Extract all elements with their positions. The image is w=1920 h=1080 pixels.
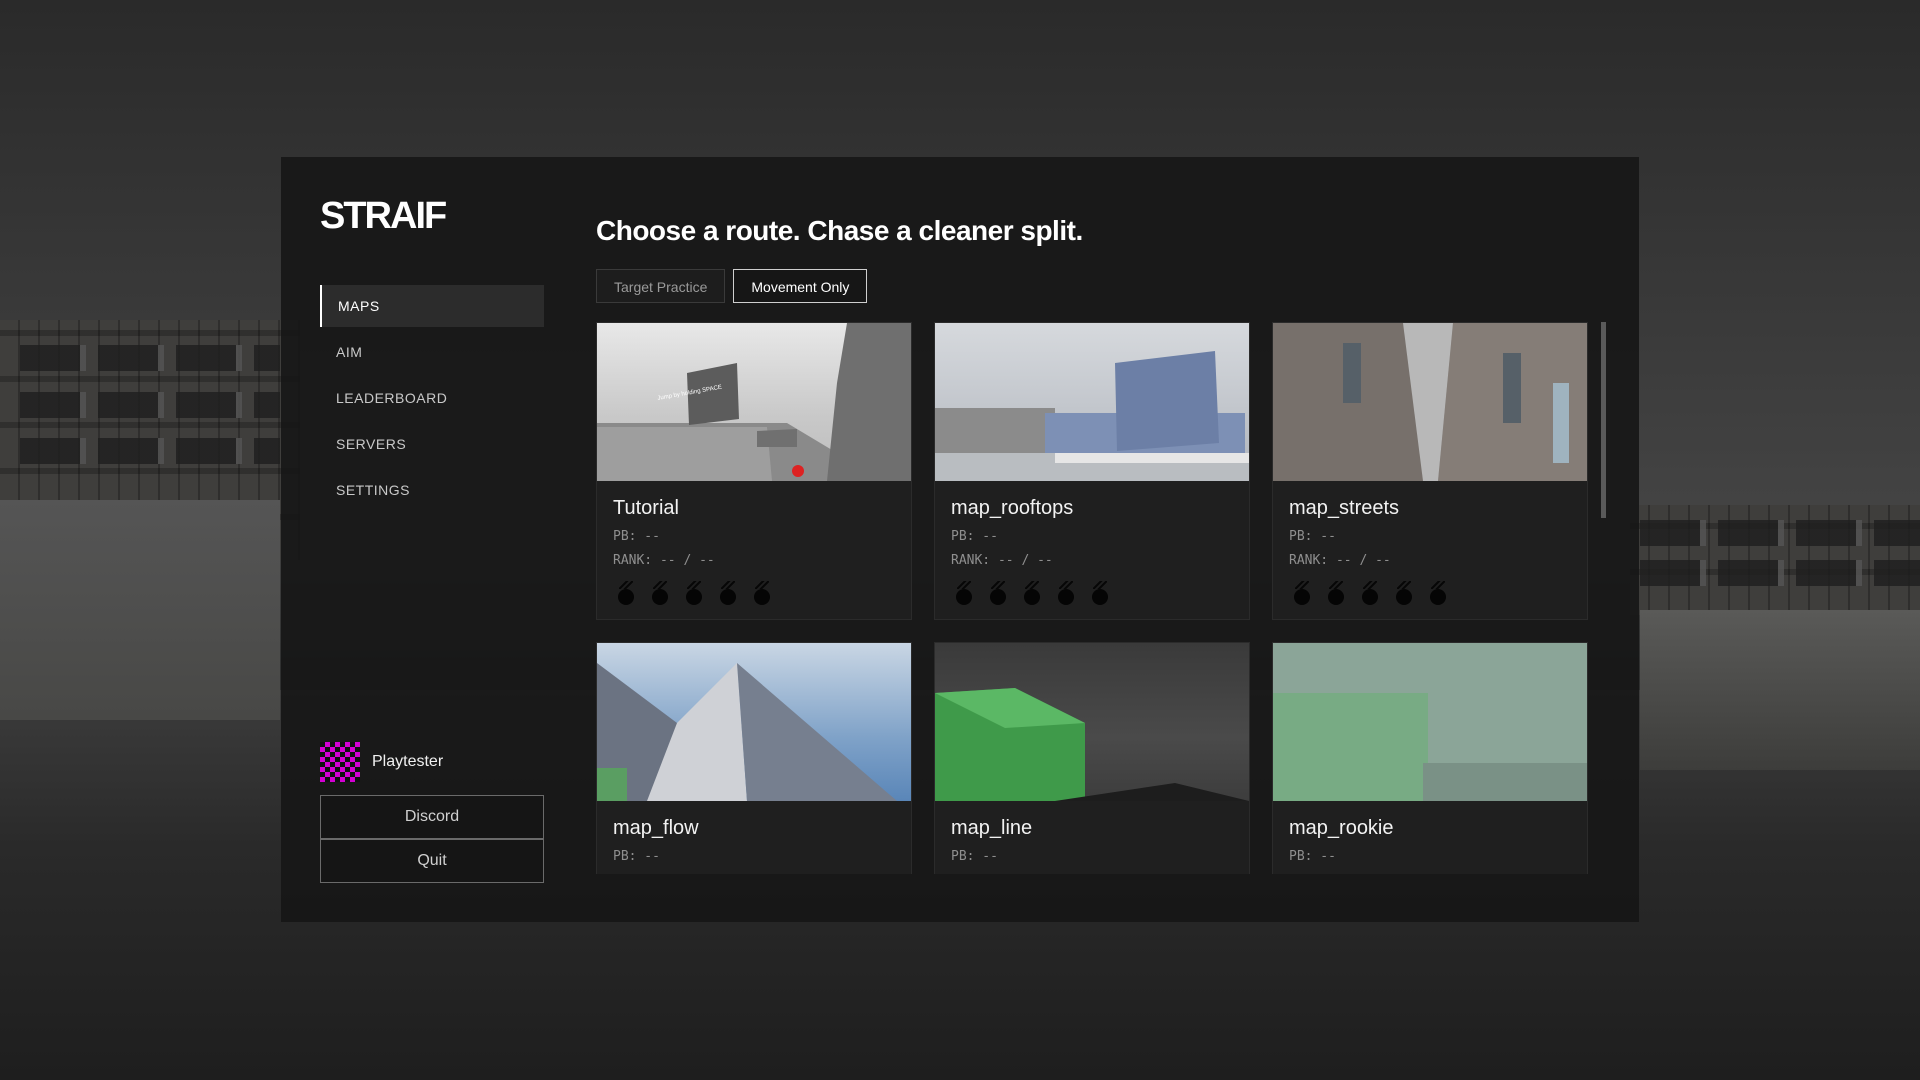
game-logo: STRAIF [320,195,447,237]
map-card-rooftops[interactable]: map_rooftops PB: -- RANK: -- / -- [934,322,1250,620]
building-windows [1640,560,1920,586]
personal-best: PB: -- [951,849,998,864]
medal-icon [987,581,1009,607]
map-card-flow[interactable]: map_flow PB: -- [596,642,912,874]
rooftops-scene [935,351,1249,481]
discord-button[interactable]: Discord [320,795,544,839]
map-thumbnail [935,643,1249,801]
medal-icon [683,581,705,607]
nav-item-servers[interactable]: SERVERS [320,423,544,465]
nav-item-aim[interactable]: AIM [320,331,544,373]
nav-item-leaderboard[interactable]: LEADERBOARD [320,377,544,419]
rooftop-ledge-left [0,500,280,720]
personal-best: PB: -- [1289,529,1336,544]
map-card-rookie[interactable]: map_rookie PB: -- [1272,642,1588,874]
building-windows [20,392,280,418]
map-name: map_streets [1289,497,1400,519]
map-name: map_rookie [1289,817,1394,839]
medal-row [953,581,1111,607]
personal-best: PB: -- [1289,849,1336,864]
user-profile: Playtester [320,741,544,783]
main-nav: MAPS AIM LEADERBOARD SERVERS SETTINGS [320,285,544,515]
building-windows [1640,520,1920,546]
medal-icon [717,581,739,607]
map-card-line[interactable]: map_line PB: -- [934,642,1250,874]
username: Playtester [372,753,444,770]
sidebar: STRAIF MAPS AIM LEADERBOARD SERVERS SETT… [320,157,544,922]
map-name: Tutorial [613,497,679,519]
personal-best: PB: -- [613,849,660,864]
medal-icon [1325,581,1347,607]
tab-target-practice[interactable]: Target Practice [596,269,726,303]
rank: RANK: -- / -- [613,553,715,568]
personal-best: PB: -- [613,529,660,544]
building-windows [20,438,280,464]
nav-item-settings[interactable]: SETTINGS [320,469,544,511]
medal-icon [615,581,637,607]
tutorial-scene [597,323,911,481]
tab-movement-only[interactable]: Movement Only [733,269,868,303]
maps-view: Choose a route. Chase a cleaner split. T… [596,157,1606,922]
page-title: Choose a route. Chase a cleaner split. [596,215,1083,246]
nav-item-maps[interactable]: MAPS [320,285,544,327]
medal-icon [1089,581,1111,607]
flow-scene [597,663,897,801]
map-thumbnail [597,643,911,801]
medal-icon [1055,581,1077,607]
map-card-streets[interactable]: map_streets PB: -- RANK: -- / -- [1272,322,1588,620]
medal-icon [1393,581,1415,607]
map-name: map_flow [613,817,699,839]
medal-icon [1359,581,1381,607]
avatar [320,742,360,782]
medal-icon [1021,581,1043,607]
map-grid-scrollbar[interactable] [1601,322,1606,874]
map-thumbnail [935,323,1249,481]
rooftop-ledge-right [1640,610,1920,770]
medal-icon [1427,581,1449,607]
mode-tabs: Target Practice Movement Only [596,269,868,303]
map-thumbnail [1273,643,1587,801]
medal-row [615,581,773,607]
map-name: map_line [951,817,1033,839]
medal-icon [953,581,975,607]
streets-scene [1273,323,1587,481]
map-grid[interactable]: Jump by holding SPACE Tutorial PB: -- RA… [596,322,1601,874]
rank: RANK: -- / -- [1289,553,1391,568]
quit-button[interactable]: Quit [320,839,544,883]
line-scene [935,688,1249,801]
medal-icon [649,581,671,607]
medal-row [1291,581,1449,607]
personal-best: PB: -- [951,529,998,544]
medal-icon [751,581,773,607]
medal-icon [1291,581,1313,607]
map-thumbnail: Jump by holding SPACE [597,323,911,481]
rank: RANK: -- / -- [951,553,1053,568]
rookie-scene [1273,693,1587,801]
main-menu-panel: STRAIF MAPS AIM LEADERBOARD SERVERS SETT… [281,157,1639,922]
building-windows [20,345,280,371]
map-name: map_rooftops [951,497,1074,519]
map-thumbnail [1273,323,1587,481]
scrollbar-thumb[interactable] [1601,322,1606,518]
map-card-tutorial[interactable]: Jump by holding SPACE Tutorial PB: -- RA… [596,322,912,620]
